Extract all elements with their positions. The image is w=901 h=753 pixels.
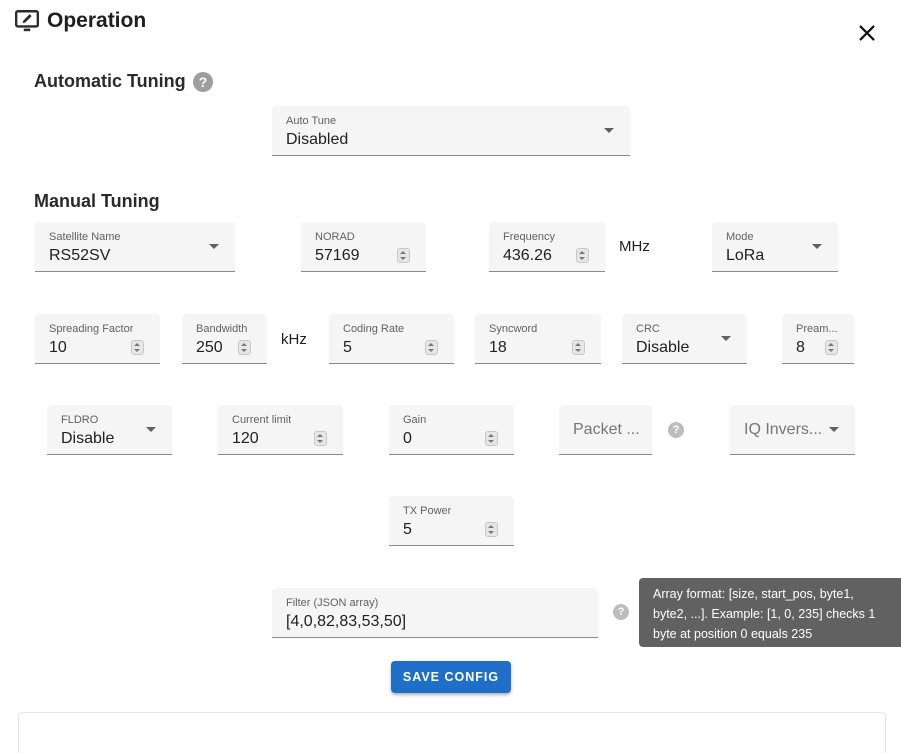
help-icon[interactable]: ? — [613, 604, 629, 620]
auto-tune-select[interactable]: Auto Tune Disabled — [272, 106, 630, 156]
stepper-icon[interactable] — [238, 340, 251, 355]
fldro-select[interactable]: FLDRO Disable — [47, 405, 172, 455]
stepper-icon[interactable] — [825, 340, 838, 355]
spreading-factor-label: Spreading Factor — [49, 323, 134, 335]
help-icon[interactable]: ? — [668, 422, 684, 438]
iq-inversion-select[interactable]: IQ Invers... — [730, 405, 855, 455]
preamble-label: Pream... — [796, 323, 838, 335]
satellite-name-value: RS52SV — [49, 247, 111, 264]
bandwidth-input[interactable]: Bandwidth 250 — [182, 314, 267, 364]
chevron-down-icon — [721, 336, 731, 341]
bandwidth-unit: kHz — [281, 331, 307, 348]
frequency-label: Frequency — [503, 231, 555, 243]
stepper-icon[interactable] — [572, 340, 585, 355]
spreading-factor-input[interactable]: Spreading Factor 10 — [35, 314, 160, 364]
filter-tooltip: Array format: [size, start_pos, byte1, b… — [639, 578, 901, 647]
stepper-icon[interactable] — [485, 431, 498, 446]
fldro-label: FLDRO — [61, 414, 99, 426]
mode-select[interactable]: Mode LoRa — [712, 222, 838, 272]
iq-inversion-placeholder: IQ Invers... — [744, 421, 823, 438]
syncword-value: 18 — [489, 339, 507, 356]
current-limit-value: 120 — [232, 430, 259, 447]
gain-label: Gain — [403, 414, 427, 426]
chevron-down-icon — [604, 128, 614, 133]
mode-label: Mode — [726, 231, 754, 243]
chevron-down-icon — [209, 244, 219, 249]
help-icon[interactable]: ? — [193, 72, 213, 92]
tx-power-input[interactable]: TX Power 5 — [389, 496, 514, 546]
spreading-factor-value: 10 — [49, 339, 67, 356]
chevron-down-icon — [829, 427, 839, 432]
crc-select[interactable]: CRC Disable — [622, 314, 747, 364]
packet-placeholder: Packet ... — [573, 421, 640, 438]
norad-label: NORAD — [315, 231, 355, 243]
syncword-label: Syncword — [489, 323, 538, 335]
gain-value: 0 — [403, 430, 412, 447]
mode-value: LoRa — [726, 247, 765, 264]
frequency-value: 436.26 — [503, 247, 552, 264]
stepper-icon[interactable] — [576, 248, 589, 263]
stepper-icon[interactable] — [131, 340, 144, 355]
auto-tune-value: Disabled — [286, 131, 349, 148]
monitor-edit-icon — [14, 10, 40, 32]
chevron-down-icon — [146, 427, 156, 432]
tx-power-value: 5 — [403, 521, 412, 538]
norad-input[interactable]: NORAD 57169 — [301, 222, 426, 272]
next-card — [18, 712, 886, 753]
stepper-icon[interactable] — [314, 431, 327, 446]
bandwidth-value: 250 — [196, 339, 223, 356]
dialog-header: Operation — [14, 8, 146, 34]
chevron-down-icon — [812, 244, 822, 249]
stepper-icon[interactable] — [397, 248, 410, 263]
automatic-tuning-heading: Automatic Tuning — [34, 71, 186, 91]
filter-value: [4,0,82,83,53,50] — [286, 613, 407, 630]
crc-label: CRC — [636, 323, 660, 335]
save-config-button[interactable]: SAVE CONFIG — [391, 661, 511, 693]
filter-label: Filter (JSON array) — [286, 597, 379, 609]
packet-input[interactable]: Packet ... — [559, 405, 652, 455]
frequency-unit: MHz — [619, 238, 650, 255]
satellite-name-label: Satellite Name — [49, 231, 121, 243]
preamble-input[interactable]: Pream... 8 — [782, 314, 854, 364]
page-title: Operation — [47, 9, 147, 32]
satellite-name-select[interactable]: Satellite Name RS52SV — [35, 222, 235, 272]
coding-rate-input[interactable]: Coding Rate 5 — [329, 314, 454, 364]
filter-input[interactable]: Filter (JSON array) [4,0,82,83,53,50] — [272, 588, 598, 638]
tx-power-label: TX Power — [403, 505, 452, 517]
frequency-input[interactable]: Frequency 436.26 — [489, 222, 605, 272]
fldro-value: Disable — [61, 430, 115, 447]
coding-rate-label: Coding Rate — [343, 323, 405, 335]
bandwidth-label: Bandwidth — [196, 323, 248, 335]
stepper-icon[interactable] — [485, 522, 498, 537]
auto-tune-label: Auto Tune — [286, 115, 337, 127]
current-limit-label: Current limit — [232, 414, 292, 426]
close-icon[interactable] — [856, 22, 878, 44]
preamble-value: 8 — [796, 339, 805, 356]
norad-value: 57169 — [315, 247, 360, 264]
gain-input[interactable]: Gain 0 — [389, 405, 514, 455]
stepper-icon[interactable] — [425, 340, 438, 355]
crc-value: Disable — [636, 339, 690, 356]
manual-tuning-heading: Manual Tuning — [34, 191, 160, 211]
current-limit-input[interactable]: Current limit 120 — [218, 405, 343, 455]
syncword-input[interactable]: Syncword 18 — [475, 314, 601, 364]
coding-rate-value: 5 — [343, 339, 352, 356]
